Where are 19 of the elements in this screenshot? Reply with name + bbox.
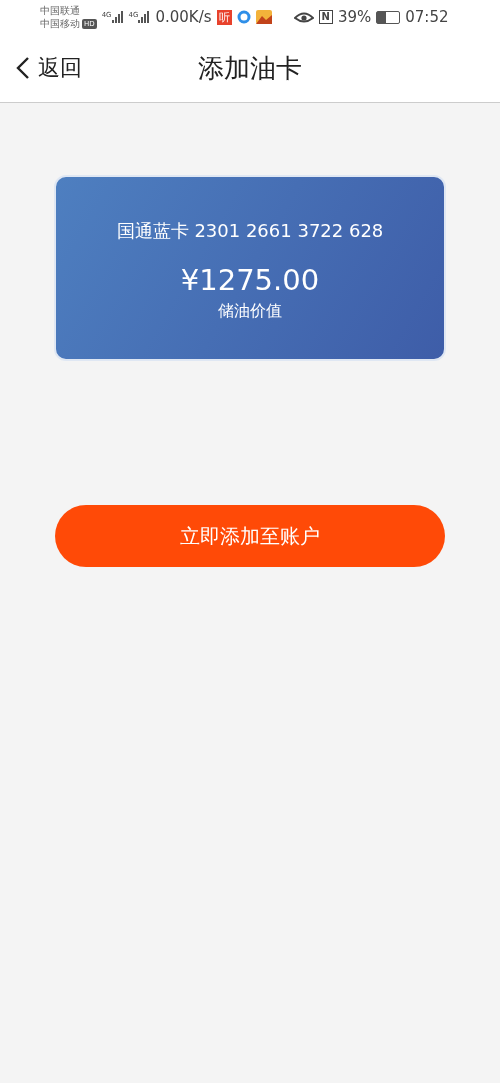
nfc-badge: N [318, 10, 333, 24]
app-badge: 听 [216, 9, 232, 25]
signal-icon [138, 11, 151, 23]
page-title: 添加油卡 [198, 51, 302, 85]
back-button[interactable]: 返回 [0, 53, 82, 83]
signal-icon [111, 11, 124, 23]
card-caption: 储油价值 [218, 300, 282, 322]
clock-time: 07:52 [405, 8, 449, 26]
ring-icon [236, 10, 251, 24]
eye-icon [293, 10, 314, 24]
card-number: 国通蓝卡 2301 2661 3722 628 [116, 218, 384, 243]
carrier-name: 中国移动 [40, 17, 80, 30]
back-chevron-icon [16, 56, 30, 80]
card-amount: ¥1275.00 [180, 262, 320, 297]
battery-percent: 39% [337, 8, 372, 26]
network-speed: 0.00K/s [155, 8, 212, 26]
carrier-name: 中国联通 [40, 4, 81, 17]
battery-icon [376, 10, 401, 24]
sunset-icon [255, 10, 272, 24]
